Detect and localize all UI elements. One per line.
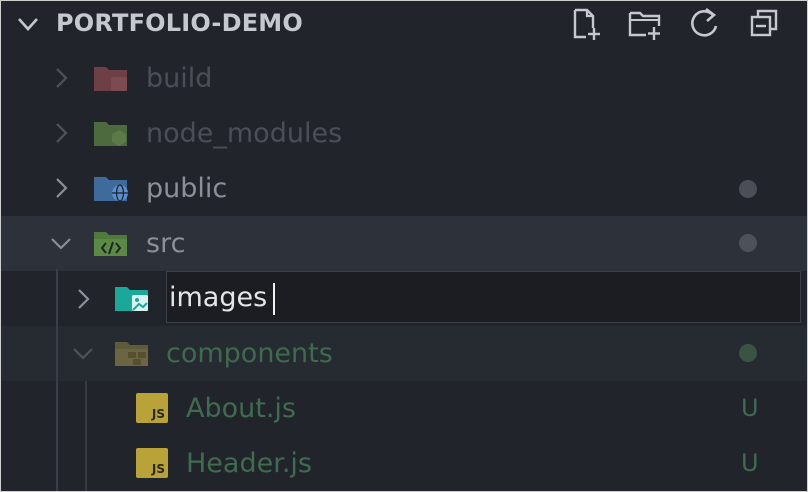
untracked-badge: U xyxy=(741,394,759,422)
folder-node-icon xyxy=(94,122,127,146)
ignored-dot xyxy=(739,180,757,198)
tree-item-label: src xyxy=(146,228,186,259)
folder-images-icon xyxy=(115,287,148,311)
tree-item-label: public xyxy=(146,173,228,204)
chevron-right-icon xyxy=(56,178,68,198)
rename-input[interactable] xyxy=(167,272,800,322)
folder-build-icon xyxy=(94,67,127,91)
tree-item-components[interactable]: components xyxy=(1,326,807,381)
chevron-right-icon xyxy=(56,68,68,88)
indent-guide xyxy=(56,269,58,491)
tree-item-header-js[interactable]: JS Header.js U xyxy=(1,436,807,491)
tree-item-node-modules[interactable]: node_modules xyxy=(1,106,807,161)
chevron-down-icon[interactable] xyxy=(15,11,41,37)
tree-item-label: node_modules xyxy=(146,118,343,149)
untracked-badge: U xyxy=(741,449,759,477)
javascript-file-icon: JS xyxy=(136,448,168,478)
explorer-header[interactable]: PORTFOLIO-DEMO xyxy=(1,1,807,47)
text-cursor xyxy=(273,283,275,315)
new-file-icon[interactable] xyxy=(568,6,604,42)
file-explorer: PORTFOLIO-DEMO build node_modules public… xyxy=(0,0,808,492)
tree-item-label: About.js xyxy=(186,393,296,424)
folder-public-icon xyxy=(94,177,128,202)
javascript-file-icon: JS xyxy=(136,393,168,423)
tree-item-public[interactable]: public xyxy=(1,161,807,216)
tree-item-label: build xyxy=(146,63,213,94)
tree-item-about-js[interactable]: JS About.js U xyxy=(1,381,807,436)
workspace-title[interactable]: PORTFOLIO-DEMO xyxy=(56,9,303,37)
folder-src-icon xyxy=(94,232,127,256)
chevron-right-icon xyxy=(56,123,68,143)
tree-item-build[interactable]: build xyxy=(1,51,807,106)
chevron-down-icon xyxy=(51,238,71,250)
refresh-icon[interactable] xyxy=(687,6,723,42)
modified-dot xyxy=(739,234,757,252)
new-folder-icon[interactable] xyxy=(627,6,663,42)
tree-item-label: Header.js xyxy=(186,448,312,479)
collapse-all-icon[interactable] xyxy=(747,6,783,42)
chevron-down-icon xyxy=(73,348,93,360)
untracked-dot xyxy=(739,344,757,362)
tree-item-label: components xyxy=(166,338,333,369)
tree-item-src[interactable]: src xyxy=(1,216,807,271)
chevron-right-icon xyxy=(78,289,90,309)
rename-input-box[interactable] xyxy=(166,271,801,323)
folder-components-icon xyxy=(115,342,148,366)
indent-guide xyxy=(85,381,87,491)
